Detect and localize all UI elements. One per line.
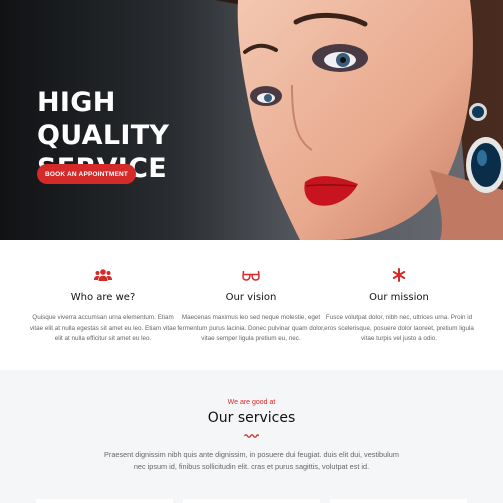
features-section: Who are we? Quisque viverra accumsan urn… [0,240,503,370]
hero-title-line-1: HIGH QUALITY [37,87,170,151]
feature-text: Maecenas maximus leo sed neque molestie,… [177,314,325,342]
services-kicker: We are good at [227,399,276,406]
service-card[interactable] [183,499,320,503]
service-card[interactable] [330,499,467,503]
feature-text: Fusce volutpat dolor, nibh nec, ultrices… [324,314,474,342]
services-title: Our services [207,410,296,426]
squiggle-divider-icon [244,434,259,438]
services-description: Praesent dignissim nibh quis ante dignis… [104,450,399,471]
book-appointment-button[interactable]: BOOK AN APPOINTMENT [37,164,136,184]
service-card[interactable] [36,499,173,503]
feature-title: Our vision [225,292,277,303]
feature-text: Quisque viverra accumsan urna elementum.… [29,314,177,342]
feature-title: Who are we? [70,292,136,303]
asterisk-icon [392,268,406,282]
glasses-icon [242,270,260,281]
hero-section: HIGH QUALITY SERVICE BOOK AN APPOINTMENT [0,0,503,240]
services-section: We are good at Our services Praesent dig… [0,370,503,503]
feature-title: Our mission [369,292,429,303]
users-icon [94,269,112,281]
